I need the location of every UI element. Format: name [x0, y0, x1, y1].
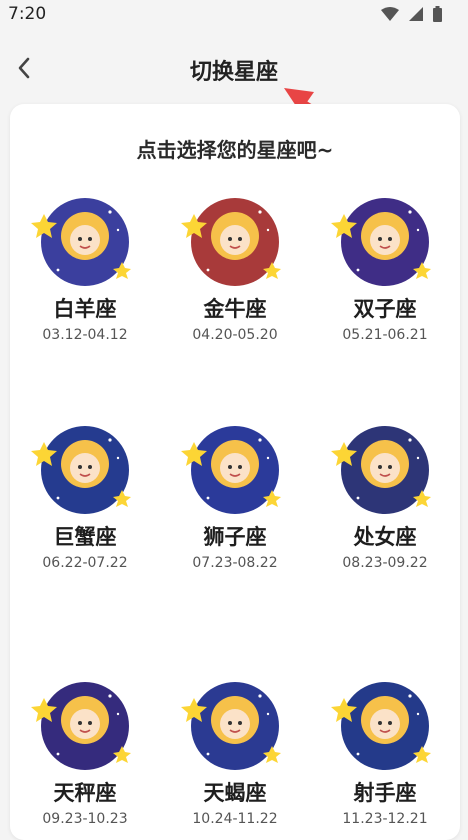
- zodiac-item-aries[interactable]: 白羊座 03.12-04.12: [10, 190, 160, 344]
- aries-icon: [31, 198, 131, 286]
- zodiac-date: 10.24-11.22: [192, 811, 278, 827]
- gemini-icon: [331, 198, 431, 286]
- status-time: 7:20: [8, 4, 47, 24]
- zodiac-date: 05.21-06.21: [342, 327, 428, 343]
- taurus-icon: [181, 198, 281, 286]
- zodiac-name: 白羊座: [53, 297, 117, 321]
- zodiac-item-taurus[interactable]: 金牛座 04.20-05.20: [160, 190, 310, 344]
- battery-icon: [433, 6, 442, 22]
- sagittarius-icon: [331, 682, 431, 770]
- zodiac-card: 点击选择您的星座吧~ 白羊座 03.12-04.12 金牛座 04.20-05.20 双…: [10, 104, 460, 840]
- zodiac-date: 09.23-10.23: [42, 811, 128, 827]
- status-bar: 7:20: [0, 0, 468, 28]
- leo-icon: [181, 426, 281, 514]
- zodiac-item-sagittarius[interactable]: 射手座 11.23-12.21: [310, 674, 460, 828]
- zodiac-item-libra[interactable]: 天秤座 09.23-10.23: [10, 674, 160, 828]
- status-icons: [381, 6, 442, 22]
- zodiac-name: 处女座: [353, 525, 417, 549]
- zodiac-name: 天秤座: [53, 781, 117, 805]
- zodiac-item-scorpio[interactable]: 天蝎座 10.24-11.22: [160, 674, 310, 828]
- zodiac-name: 巨蟹座: [53, 525, 117, 549]
- cancer-icon: [31, 426, 131, 514]
- wifi-icon: [381, 7, 399, 21]
- scorpio-icon: [181, 682, 281, 770]
- zodiac-date: 06.22-07.22: [42, 555, 128, 571]
- zodiac-item-cancer[interactable]: 巨蟹座 06.22-07.22: [10, 418, 160, 572]
- signal-icon: [409, 7, 423, 21]
- zodiac-item-leo[interactable]: 狮子座 07.23-08.22: [160, 418, 310, 572]
- zodiac-date: 07.23-08.22: [192, 555, 278, 571]
- zodiac-name: 狮子座: [203, 525, 267, 549]
- zodiac-date: 08.23-09.22: [342, 555, 428, 571]
- zodiac-name: 金牛座: [203, 297, 267, 321]
- zodiac-item-gemini[interactable]: 双子座 05.21-06.21: [310, 190, 460, 344]
- card-heading: 点击选择您的星座吧~: [136, 138, 334, 162]
- virgo-icon: [331, 426, 431, 514]
- libra-icon: [31, 682, 131, 770]
- zodiac-date: 03.12-04.12: [42, 327, 128, 343]
- zodiac-name: 射手座: [353, 781, 417, 805]
- zodiac-name: 天蝎座: [203, 781, 267, 805]
- zodiac-name: 双子座: [353, 297, 417, 321]
- zodiac-item-virgo[interactable]: 处女座 08.23-09.22: [310, 418, 460, 572]
- zodiac-date: 04.20-05.20: [192, 327, 278, 343]
- zodiac-date: 11.23-12.21: [342, 811, 428, 827]
